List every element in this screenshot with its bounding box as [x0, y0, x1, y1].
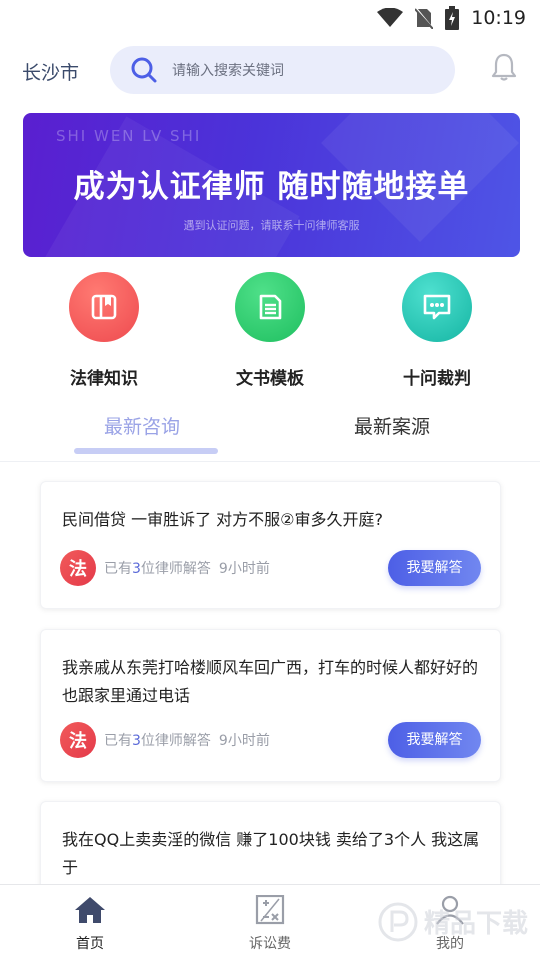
tab-latest-cases[interactable]: 最新案源	[354, 412, 430, 439]
banner-title: 成为认证律师 随时随地接单	[73, 169, 470, 205]
search-input[interactable]: 请输入搜索关键词	[172, 60, 284, 80]
entry-legal-knowledge[interactable]: 法律知识	[34, 272, 174, 389]
consult-card[interactable]: 民间借贷 一审胜诉了 对方不服②审多久开庭? 法 已有3位律师解答 9小时前 我…	[40, 481, 501, 609]
entry-judgments[interactable]: 十问裁判	[367, 272, 507, 389]
answer-count-text: 已有3位律师解答	[104, 561, 211, 577]
answer-button[interactable]: 我要解答	[388, 550, 481, 586]
banner-subtitle: 遇到认证问题，请联系十问律师客服	[183, 219, 360, 232]
consult-card[interactable]: 我亲戚从东莞打哈楼顺风车回广西，打车的时候人都好好的 也跟家里通过电话 法 已有…	[40, 629, 501, 782]
entry-document-templates[interactable]: 文书模板	[200, 272, 340, 389]
document-icon	[235, 272, 305, 342]
nav-label: 诉讼费	[249, 936, 291, 952]
nav-fees[interactable]: 诉讼费	[220, 894, 320, 953]
card-time: 9小时前	[218, 561, 270, 577]
card-time: 9小时前	[218, 733, 270, 749]
tab-bar: 最新咨询 最新案源	[0, 404, 540, 462]
card-meta: 法 已有3位律师解答 9小时前	[60, 550, 270, 586]
card-question: 我亲戚从东莞打哈楼顺风车回广西，打车的时候人都好好的 也跟家里通过电话	[62, 658, 479, 705]
tab-indicator	[74, 448, 218, 454]
nav-home[interactable]: 首页	[40, 895, 140, 953]
answer-count-text: 已有3位律师解答	[104, 733, 211, 749]
book-icon	[69, 272, 139, 342]
tab-latest-consult[interactable]: 最新咨询	[104, 412, 180, 439]
home-icon	[75, 897, 105, 923]
entry-label: 十问裁判	[403, 369, 471, 389]
svg-text:精品下载: 精品下载	[424, 909, 528, 939]
city-selector[interactable]: 长沙市	[22, 58, 79, 85]
promo-banner[interactable]: SHI WEN LV SHI 成为认证律师 随时随地接单 遇到认证问题，请联系十…	[23, 113, 520, 257]
avatar: 法	[60, 550, 96, 586]
banner-en-text: SHI WEN LV SHI	[56, 127, 202, 145]
bell-icon[interactable]	[490, 52, 518, 82]
no-sim-icon	[415, 7, 434, 29]
search-icon	[131, 57, 157, 83]
answer-button[interactable]: 我要解答	[388, 722, 481, 758]
entry-label: 法律知识	[70, 369, 138, 389]
status-time: 10:19	[471, 7, 526, 29]
wifi-icon	[377, 8, 404, 27]
header: 长沙市 请输入搜索关键词	[0, 36, 540, 104]
search-bar[interactable]: 请输入搜索关键词	[110, 46, 455, 94]
chat-icon	[402, 272, 472, 342]
watermark-logo: 精品下载	[378, 892, 538, 952]
calculator-icon	[255, 894, 285, 925]
card-question: 我在QQ上卖卖淫的微信 赚了100块钱 卖给了3个人 我这属于	[62, 830, 480, 877]
status-icons: 10:19	[377, 6, 526, 30]
nav-label: 首页	[76, 936, 104, 952]
entry-label: 文书模板	[236, 369, 304, 389]
card-question: 民间借贷 一审胜诉了 对方不服②审多久开庭?	[62, 510, 384, 529]
avatar: 法	[60, 722, 96, 758]
battery-charging-icon	[445, 6, 460, 30]
card-meta: 法 已有3位律师解答 9小时前	[60, 722, 270, 758]
status-bar: 10:19	[0, 0, 540, 36]
